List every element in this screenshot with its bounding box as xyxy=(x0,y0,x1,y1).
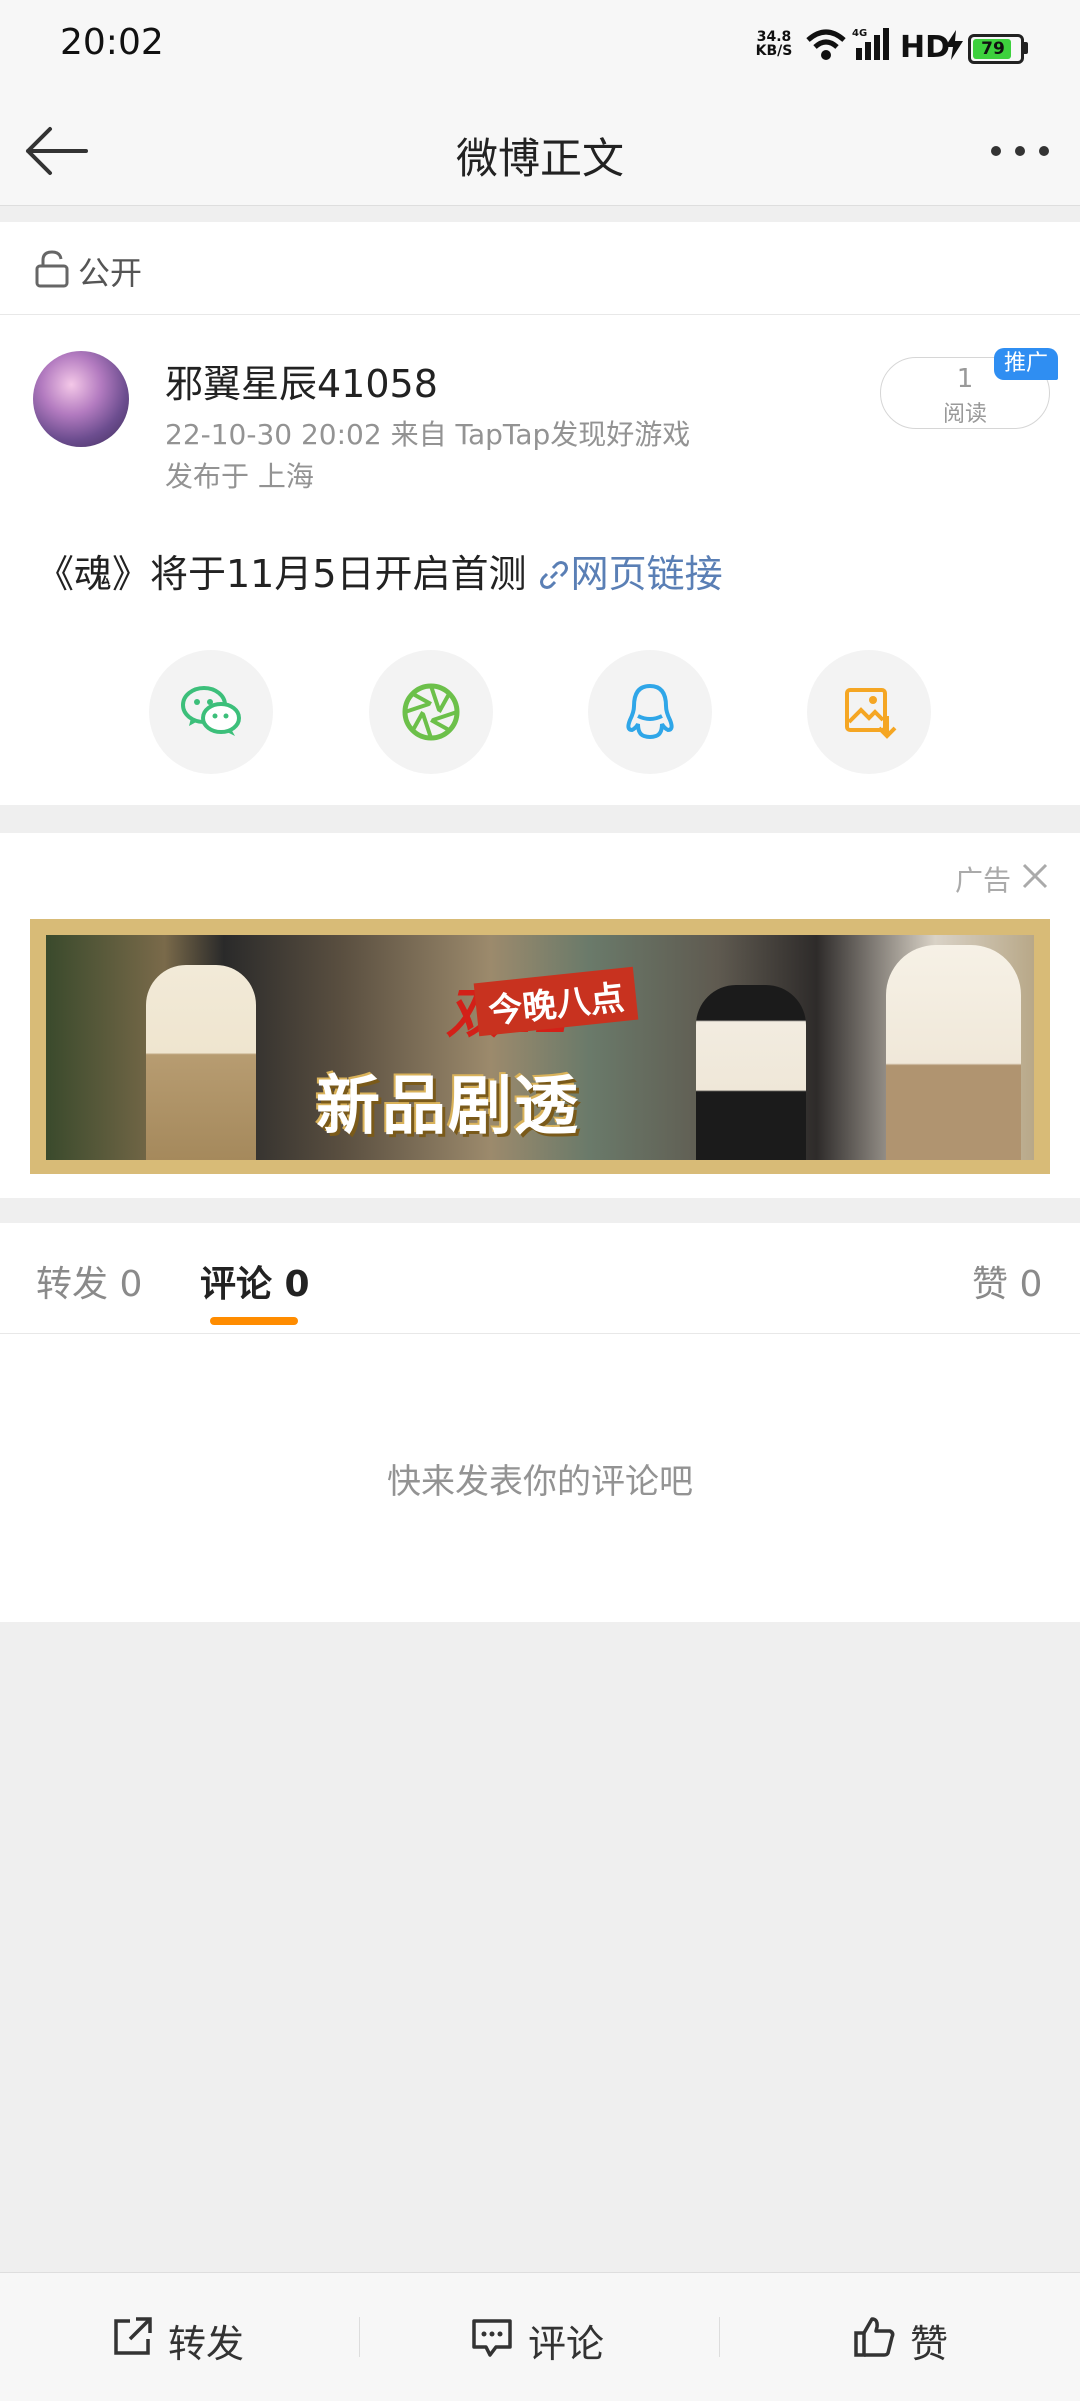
bottom-action-bar: 转发 评论 赞 xyxy=(0,2272,1080,2401)
ad-banner[interactable]: 双11 今晚八点 新品剧透 xyxy=(30,919,1050,1174)
share-moments-button[interactable] xyxy=(369,650,493,774)
avatar[interactable] xyxy=(33,351,129,447)
empty-comments-text: 快来发表你的评论吧 xyxy=(387,1462,693,1502)
promo-badge: 推广 xyxy=(994,348,1059,380)
banner-headline: 新品剧透 xyxy=(316,1070,580,1144)
battery-level: 79 xyxy=(981,39,1005,59)
ad-label: 广告 xyxy=(955,864,1012,897)
thumbs-up-icon xyxy=(854,2317,895,2357)
net-speed-value: 34.8 xyxy=(756,29,792,45)
save-image-icon xyxy=(845,688,897,739)
wifi-icon xyxy=(806,29,846,60)
page-title: 微博正文 xyxy=(455,134,624,183)
net-speed-unit: KB/S xyxy=(755,43,793,59)
save-image-button[interactable] xyxy=(807,650,931,774)
battery-icon: 79 xyxy=(968,34,1024,64)
comment-button[interactable]: 评论 xyxy=(360,2273,719,2401)
status-bar: 20:02 34.8 KB/S 4G HD 79 xyxy=(0,0,1080,95)
qq-icon xyxy=(626,683,674,739)
visibility-label: 公开 xyxy=(78,254,143,292)
like-label: 赞 xyxy=(910,2322,949,2366)
tab-comment[interactable]: 评论 0 xyxy=(200,1255,310,1307)
ad-card: 广告 双11 今晚八点 新品剧透 xyxy=(0,833,1080,1198)
like-button[interactable]: 赞 xyxy=(720,2273,1079,2401)
repost-label: 转发 xyxy=(168,2322,245,2366)
status-time: 20:02 xyxy=(60,22,164,63)
read-label: 阅读 xyxy=(942,402,987,427)
post-card: 邪翼星辰41058 22-10-30 20:02 来自 TapTap发现好游戏 … xyxy=(0,315,1080,805)
top-nav-bar: 微博正文 xyxy=(0,95,1080,206)
repost-button[interactable]: 转发 xyxy=(0,2273,359,2401)
active-tab-indicator xyxy=(210,1317,298,1325)
charging-icon xyxy=(945,30,963,60)
link-icon xyxy=(539,561,568,589)
comment-label: 评论 xyxy=(528,2322,605,2366)
hd-indicator: HD xyxy=(900,30,951,65)
post-text: 《魂》将于11月5日开启首测 xyxy=(36,552,539,596)
moments-icon xyxy=(402,683,460,741)
comments-section: 快来发表你的评论吧 xyxy=(0,1334,1080,1622)
share-qq-button[interactable] xyxy=(588,650,712,774)
username[interactable]: 邪翼星辰41058 xyxy=(165,353,438,408)
more-options-icon[interactable] xyxy=(990,145,1050,157)
post-content: 《魂》将于11月5日开启首测 网页链接 xyxy=(36,543,723,598)
share-icons-row xyxy=(0,650,1080,780)
share-icon xyxy=(114,2317,152,2355)
visibility-bar: 公开 xyxy=(0,222,1080,315)
comment-icon xyxy=(472,2319,512,2357)
network-type-text: 4G xyxy=(852,28,867,39)
close-icon[interactable] xyxy=(1022,863,1048,889)
web-link[interactable]: 网页链接 xyxy=(571,552,723,596)
tab-like[interactable]: 赞 0 xyxy=(972,1255,1042,1307)
post-meta: 22-10-30 20:02 来自 TapTap发现好游戏 xyxy=(165,418,691,451)
unlock-icon xyxy=(35,250,69,288)
interaction-tabs: 转发 0 评论 0 赞 0 xyxy=(0,1223,1080,1334)
tab-repost[interactable]: 转发 0 xyxy=(36,1255,142,1307)
signal-icon: 4G xyxy=(852,28,889,60)
wechat-icon xyxy=(181,686,241,736)
share-wechat-button[interactable] xyxy=(149,650,273,774)
post-location: 发布于 上海 xyxy=(165,460,314,493)
net-speed: 34.8 KB/S xyxy=(752,30,796,58)
banner-image: 双11 今晚八点 新品剧透 xyxy=(46,935,1034,1160)
